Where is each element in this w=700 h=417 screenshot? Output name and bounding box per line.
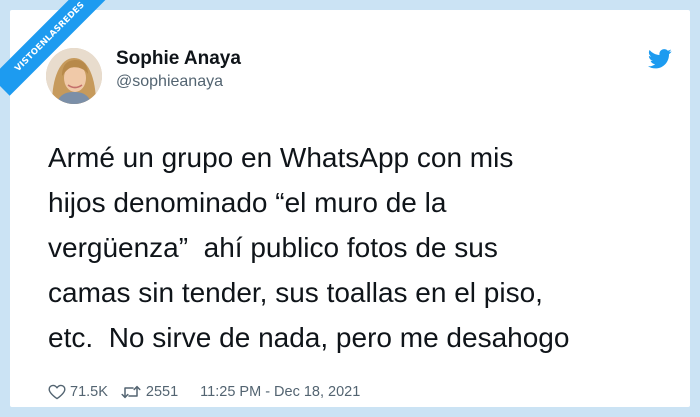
author-handle[interactable]: @sophieanaya [116, 73, 223, 91]
author-name[interactable]: Sophie Anaya [116, 48, 241, 70]
tweet-line: Armé un grupo en WhatsApp con mis [48, 142, 514, 173]
tweet-text: Armé un grupo en WhatsApp con mis hijos … [48, 135, 688, 360]
retweet-count: 2551 [145, 384, 179, 400]
tweet-line: camas sin tender, sus toallas en el piso… [48, 277, 543, 308]
tweet-line: etc. No sirve de nada, pero me desahogo [48, 322, 570, 353]
retweet-icon [121, 385, 141, 399]
twitter-bird-icon[interactable] [647, 49, 672, 69]
tweet-line: vergüenza” ahí publico fotos de sus [48, 232, 498, 263]
avatar[interactable] [46, 48, 102, 104]
tweet-line: hijos denominado “el muro de la [48, 187, 447, 218]
like-count: 71.5K [70, 384, 108, 400]
tweet-footer: 71.5K 2551 11:25 PM - Dec 18, 2021 [48, 382, 360, 402]
like-button[interactable]: 71.5K [48, 384, 108, 400]
tweet-timestamp[interactable]: 11:25 PM - Dec 18, 2021 [200, 384, 360, 400]
tweet-card: VISTOENLASREDES Sophie Anaya @sophieanay… [0, 0, 690, 407]
retweet-button[interactable]: 2551 [120, 384, 178, 400]
heart-icon [48, 384, 66, 400]
